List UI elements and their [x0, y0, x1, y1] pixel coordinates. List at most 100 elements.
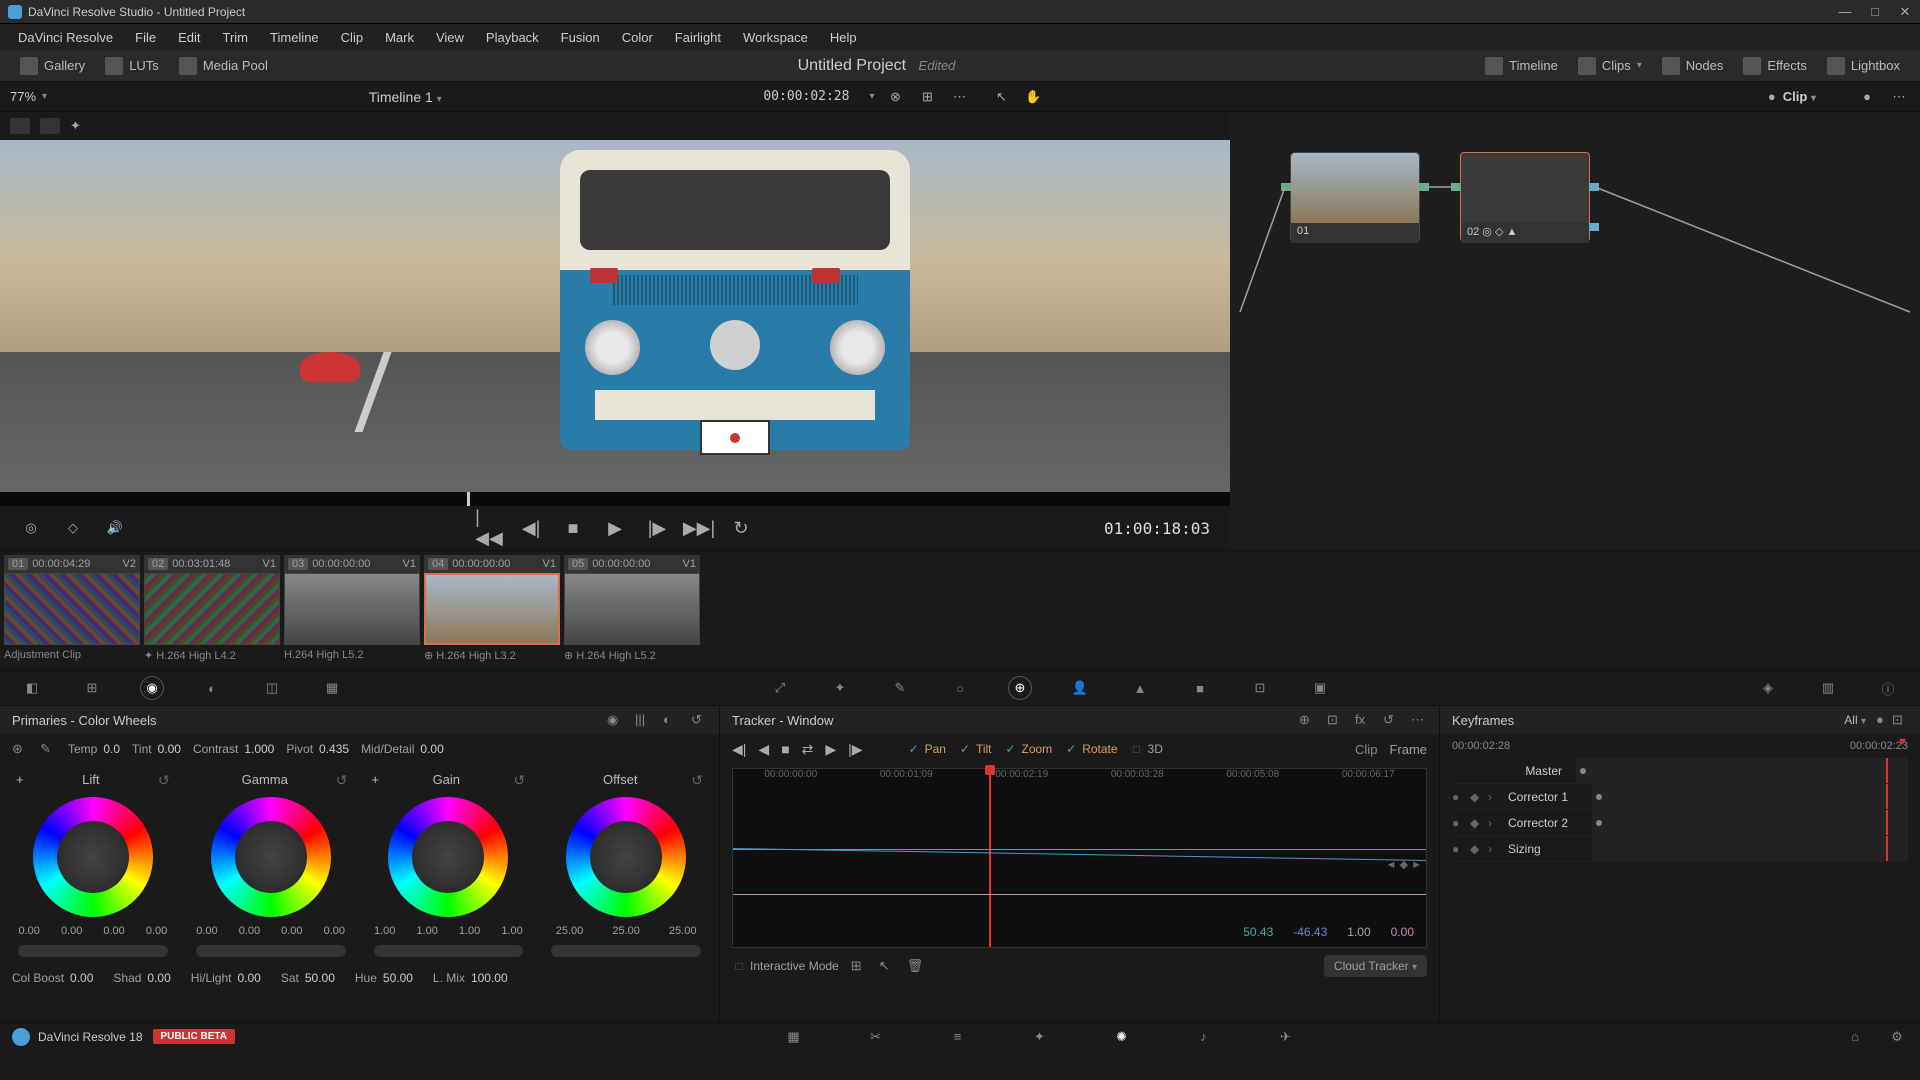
fairlight-page-button[interactable]: ♪ [1193, 1026, 1215, 1048]
step-back-button[interactable]: ◀| [518, 515, 544, 541]
tracker-clip-mode[interactable]: Clip [1355, 742, 1377, 757]
clip-item-04[interactable]: 0400:00:00:00V1 ⊕ H.264 High L3.2 [424, 555, 560, 662]
viewer-scrubber[interactable] [0, 492, 1230, 506]
menu-davinci[interactable]: DaVinci Resolve [8, 26, 123, 49]
gallery-button[interactable]: Gallery [10, 53, 95, 79]
gain-reset-icon[interactable]: ↺ [514, 772, 526, 789]
menu-timeline[interactable]: Timeline [260, 26, 329, 49]
temp-control[interactable]: Temp 0.0 [68, 742, 120, 756]
effects-button[interactable]: Effects [1733, 53, 1817, 79]
color-match-icon[interactable]: ⊞ [80, 676, 104, 700]
gain-values[interactable]: 1.001.001.001.00 [364, 925, 534, 937]
menu-view[interactable]: View [426, 26, 474, 49]
kf-playhead[interactable] [1886, 758, 1888, 783]
clips-button[interactable]: Clips▾ [1568, 53, 1652, 79]
scopes-icon[interactable]: ▥ [1816, 676, 1840, 700]
kf-dot[interactable] [1580, 768, 1586, 774]
tracker-fx-icon[interactable]: fx [1355, 712, 1371, 728]
play-button[interactable]: ▶ [602, 515, 628, 541]
log-mode-icon[interactable]: ◐ [663, 712, 679, 728]
cut-page-button[interactable]: ✂ [865, 1026, 887, 1048]
minimize-button[interactable]: — [1838, 5, 1852, 19]
tracker-playhead[interactable] [989, 769, 991, 947]
clip-thumb[interactable] [424, 573, 560, 645]
maximize-button[interactable]: □ [1868, 5, 1882, 19]
gain-plus-icon[interactable]: + [372, 772, 380, 789]
node-more-icon[interactable]: ⋯ [1888, 86, 1910, 108]
tracker-graph[interactable]: 00:00:00:0000:00:01:0900:00:02:1900:00:0… [732, 768, 1427, 948]
lift-slider[interactable] [18, 945, 168, 957]
lift-plus-icon[interactable]: + [16, 772, 24, 789]
goto-start-button[interactable]: |◀◀ [476, 515, 502, 541]
colboost-control[interactable]: Col Boost 0.00 [12, 971, 93, 985]
tint-control[interactable]: Tint 0.00 [132, 742, 181, 756]
color-page-button[interactable]: ✺ [1111, 1026, 1133, 1048]
scrubber-playhead[interactable] [467, 492, 470, 506]
auto-balance-icon[interactable]: ⊛ [12, 741, 28, 757]
cloud-tracker-dropdown[interactable]: Cloud Tracker ▾ [1324, 955, 1427, 977]
kf-row-corrector2[interactable]: ●◆› Corrector 2 [1452, 810, 1908, 836]
node-01[interactable]: 01 [1290, 152, 1420, 242]
track-stop-button[interactable]: ■ [781, 741, 789, 757]
menu-edit[interactable]: Edit [168, 26, 210, 49]
offset-wheel[interactable] [566, 797, 686, 917]
menu-color[interactable]: Color [612, 26, 663, 49]
clip-thumb[interactable] [284, 573, 420, 645]
kf-track[interactable] [1592, 836, 1908, 861]
node-02[interactable]: 02 ◎ ◇ ▲ [1460, 152, 1590, 242]
clip-item-05[interactable]: 0500:00:00:00V1 ⊕ H.264 High L5.2 [564, 555, 700, 662]
lmix-control[interactable]: L. Mix 100.00 [433, 971, 508, 985]
menu-fairlight[interactable]: Fairlight [665, 26, 731, 49]
node-marker-icon[interactable]: ● [1761, 86, 1783, 108]
warper-icon[interactable]: ✦ [828, 676, 852, 700]
keyframes-filter-dropdown[interactable]: All ▾ [1844, 713, 1866, 727]
clip-thumb[interactable] [144, 573, 280, 645]
timeline-name-dropdown[interactable]: Timeline 1 ▾ [47, 89, 763, 105]
menu-mark[interactable]: Mark [375, 26, 424, 49]
rotate-checkbox[interactable]: ✓Rotate [1064, 742, 1117, 756]
wheels-mode-icon[interactable]: ◉ [607, 712, 623, 728]
hand-icon[interactable]: ✋ [1022, 86, 1044, 108]
node-input[interactable] [1451, 183, 1461, 191]
mediapool-button[interactable]: Media Pool [169, 53, 278, 79]
middetail-control[interactable]: Mid/Detail 0.00 [361, 742, 444, 756]
gain-wheel[interactable] [388, 797, 508, 917]
graph-nav-icons[interactable]: ◄ ◆ ► [1386, 858, 1422, 871]
step-fwd-button[interactable]: |▶ [644, 515, 670, 541]
qualifier-icon[interactable]: ✎ [888, 676, 912, 700]
magic-mask-icon[interactable]: 👤 [1068, 676, 1092, 700]
kf-row-master[interactable]: Master [1452, 758, 1908, 784]
offset-values[interactable]: 25.0025.0025.00 [541, 925, 711, 937]
track-fwd-button[interactable]: ▶ [825, 741, 836, 758]
menu-playback[interactable]: Playback [476, 26, 549, 49]
kf-dot[interactable] [1596, 794, 1602, 800]
offset-reset-icon[interactable]: ↺ [691, 772, 703, 789]
nodes-button[interactable]: Nodes [1652, 53, 1734, 79]
menu-workspace[interactable]: Workspace [733, 26, 818, 49]
bypass-icon[interactable]: ⊗ [884, 86, 906, 108]
target-icon[interactable]: ◎ [20, 517, 42, 539]
kf-eye-icon[interactable]: ◆ [1470, 816, 1484, 830]
wheel-inner[interactable] [235, 821, 307, 893]
menu-clip[interactable]: Clip [331, 26, 373, 49]
track-rev-button[interactable]: ◀ [758, 741, 769, 758]
viewer-canvas[interactable] [0, 140, 1230, 492]
zoom-dropdown[interactable]: 77%▾ [10, 89, 47, 104]
magic-icon[interactable]: ✦ [70, 118, 90, 134]
goto-end-button[interactable]: ▶▶| [686, 515, 712, 541]
viewer-timecode[interactable]: 00:00:02:28 [763, 89, 849, 104]
tracker-icon[interactable]: ⊕ [1008, 676, 1032, 700]
offset-slider[interactable] [551, 945, 701, 957]
kf-playhead[interactable] [1886, 836, 1888, 861]
shad-control[interactable]: Shad 0.00 [113, 971, 170, 985]
chevron-down-icon[interactable]: ▾ [869, 91, 874, 102]
curves-icon[interactable]: ⤢ [768, 676, 792, 700]
clip-thumb[interactable] [564, 573, 700, 645]
set-point-icon[interactable]: ↖ [879, 958, 895, 974]
fusion-page-button[interactable]: ✦ [1029, 1026, 1051, 1048]
node-output[interactable] [1419, 183, 1429, 191]
hue-control[interactable]: Hue 50.00 [355, 971, 413, 985]
lift-values[interactable]: 0.000.000.000.00 [8, 925, 178, 937]
zoom-checkbox[interactable]: ✓Zoom [1004, 742, 1053, 756]
tracker-stabilize-icon[interactable]: ⊡ [1327, 712, 1343, 728]
